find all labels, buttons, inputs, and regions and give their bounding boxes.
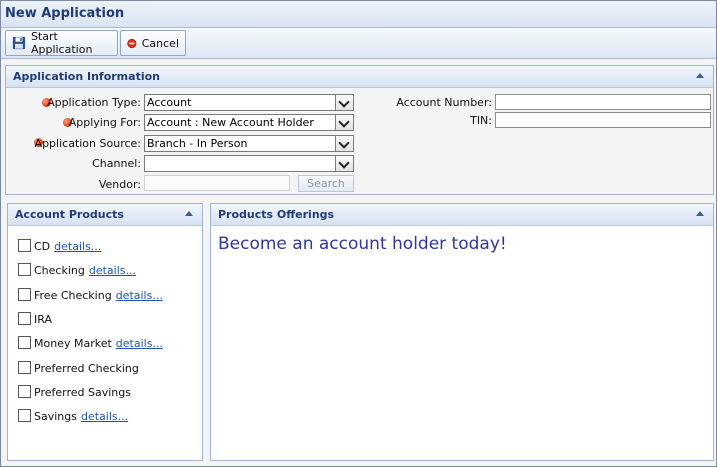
product-checkbox-money-market[interactable]	[18, 335, 31, 349]
list-item: Money Market details...	[18, 334, 163, 350]
title-bar: New Application	[1, 1, 716, 28]
details-link[interactable]: details...	[116, 289, 163, 302]
application-type-value: Account	[147, 96, 192, 109]
list-item: Preferred Checking	[18, 359, 139, 375]
application-type-label: Application Type:	[47, 96, 141, 109]
products-offerings-title: Products Offerings	[218, 208, 335, 221]
product-checkbox-ira[interactable]	[18, 311, 31, 325]
product-checkbox-preferred-savings[interactable]	[18, 384, 31, 398]
list-item: IRA	[18, 310, 52, 326]
list-item: Free Checking details...	[18, 286, 163, 302]
collapse-arrow-icon[interactable]	[696, 73, 704, 78]
product-checkbox-cd[interactable]	[18, 238, 31, 252]
details-link[interactable]: details...	[116, 337, 163, 350]
chevron-down-icon[interactable]	[335, 136, 353, 151]
product-checkbox-free-checking[interactable]	[18, 287, 31, 301]
cancel-label: Cancel	[141, 36, 179, 50]
channel-select[interactable]	[144, 155, 354, 172]
chevron-down-icon[interactable]	[335, 115, 353, 130]
account-products-header: Account Products	[8, 204, 202, 226]
application-information-panel: Application Information Application Type…	[5, 65, 714, 195]
applying-for-value: Account : New Account Holder	[147, 116, 314, 129]
account-products-panel: Account Products CD details... Checking …	[7, 203, 203, 461]
products-offerings-header: Products Offerings	[211, 204, 713, 226]
collapse-arrow-icon[interactable]	[185, 211, 193, 216]
toolbar: Start Application Cancel	[1, 28, 716, 59]
product-checkbox-savings[interactable]	[18, 408, 31, 422]
list-item: Checking details...	[18, 261, 136, 277]
product-label: Preferred Checking	[34, 362, 139, 375]
account-products-title: Account Products	[15, 208, 124, 221]
vendor-search-button[interactable]: Search	[298, 175, 354, 192]
list-item: Savings details...	[18, 407, 128, 423]
product-label: Preferred Savings	[34, 386, 131, 399]
start-application-button[interactable]: Start Application	[5, 30, 118, 56]
product-label: Money Market	[34, 337, 112, 350]
cancel-button[interactable]: Cancel	[120, 30, 186, 56]
details-link[interactable]: details...	[81, 410, 128, 423]
list-item: CD details...	[18, 237, 101, 253]
collapse-arrow-icon[interactable]	[696, 211, 704, 216]
product-label: Checking	[34, 264, 85, 277]
applying-for-label: Applying For:	[68, 116, 141, 129]
tin-input[interactable]	[495, 112, 711, 128]
product-label: CD	[34, 240, 51, 253]
vendor-label: Vendor:	[98, 178, 141, 191]
application-information-header: Application Information	[6, 66, 713, 88]
cancel-icon	[127, 38, 137, 48]
application-source-label: Application Source:	[34, 137, 141, 150]
offering-message: Become an account holder today!	[218, 234, 507, 254]
details-link[interactable]: details...	[54, 240, 101, 253]
chevron-down-icon[interactable]	[335, 95, 353, 110]
account-number-input[interactable]	[495, 94, 711, 110]
window-title: New Application	[5, 6, 125, 21]
list-item: Preferred Savings	[18, 383, 131, 399]
application-type-select[interactable]: Account	[144, 94, 354, 111]
tin-label: TIN:	[470, 114, 492, 127]
application-source-select[interactable]: Branch - In Person	[144, 135, 354, 152]
vendor-input[interactable]	[144, 175, 290, 191]
details-link[interactable]: details...	[89, 264, 136, 277]
start-application-label: Start Application	[30, 30, 93, 56]
product-checkbox-preferred-checking[interactable]	[18, 360, 31, 374]
chevron-down-icon[interactable]	[335, 156, 353, 171]
products-offerings-panel: Products Offerings Become an account hol…	[210, 203, 714, 461]
channel-label: Channel:	[92, 157, 141, 170]
product-label: IRA	[34, 313, 52, 326]
application-source-value: Branch - In Person	[147, 137, 248, 150]
application-information-title: Application Information	[13, 70, 160, 83]
applying-for-select[interactable]: Account : New Account Holder	[144, 114, 354, 131]
product-checkbox-checking[interactable]	[18, 262, 31, 276]
product-label: Free Checking	[34, 289, 112, 302]
account-number-label: Account Number:	[396, 96, 492, 109]
floppy-disk-icon	[12, 36, 26, 50]
new-application-window: New Application Start Application Cancel…	[0, 0, 717, 467]
product-label: Savings	[34, 410, 77, 423]
